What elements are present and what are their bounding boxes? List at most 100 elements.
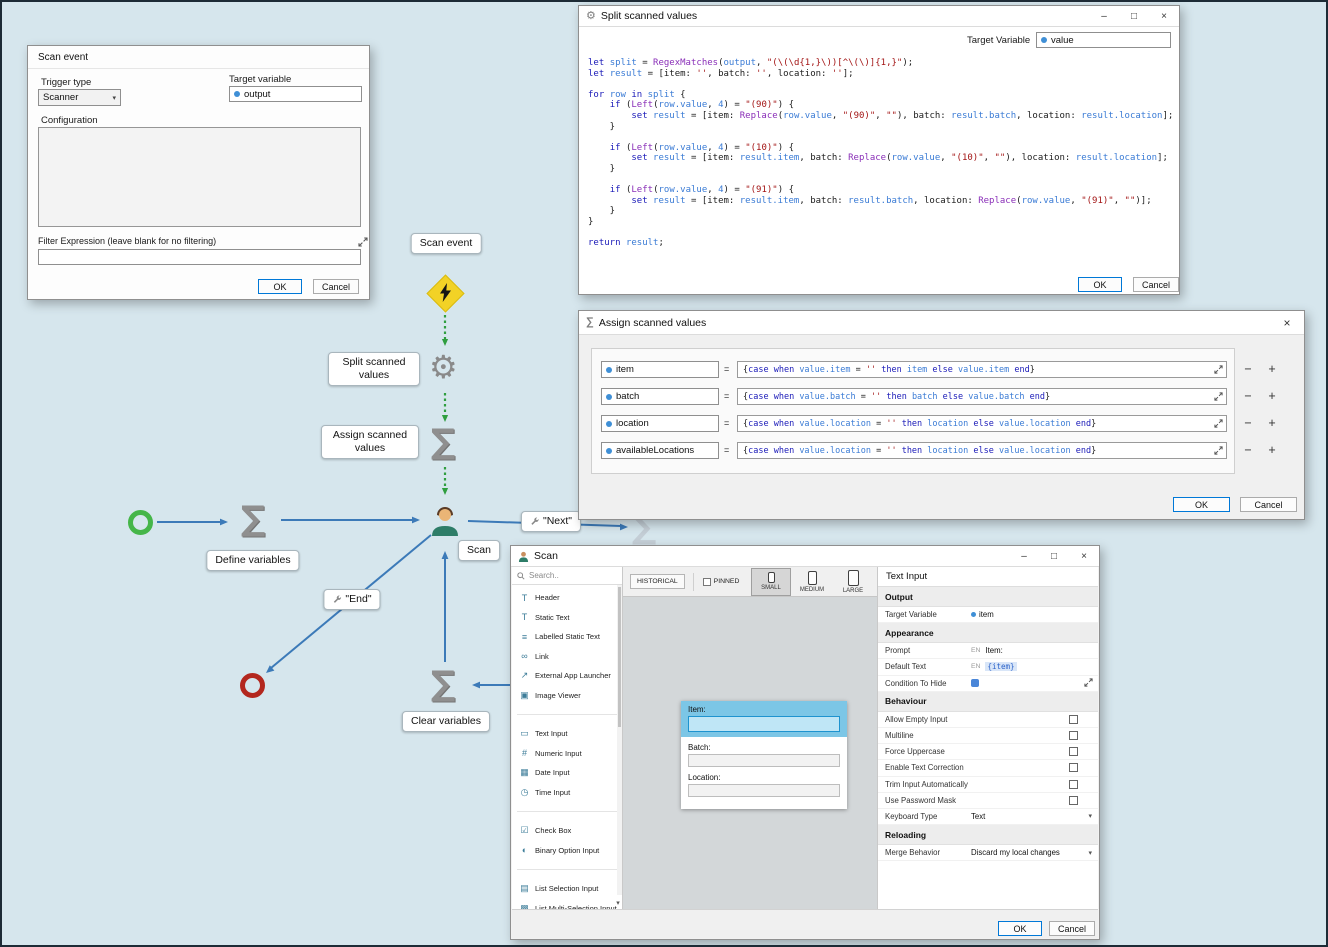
property-row-allow-empty-input[interactable]: Allow Empty Input: [878, 712, 1098, 728]
node-start[interactable]: [128, 510, 153, 535]
minimize-button[interactable]: –: [1009, 546, 1039, 566]
ok-button[interactable]: OK: [258, 279, 302, 294]
palette-search-input[interactable]: Search..: [512, 567, 622, 585]
trigger-type-select[interactable]: Scanner ▾: [38, 89, 121, 106]
palette-scrollbar[interactable]: [617, 585, 622, 895]
property-row-target-variable[interactable]: Target Variableitem: [878, 607, 1098, 623]
size-medium-button[interactable]: MEDIUM: [792, 568, 832, 596]
item-input[interactable]: [688, 716, 840, 732]
cancel-button[interactable]: Cancel: [1240, 497, 1297, 512]
checkbox[interactable]: [1069, 780, 1078, 789]
expand-icon[interactable]: [358, 237, 368, 247]
palette-item-label: Link: [535, 652, 549, 661]
ok-button[interactable]: OK: [1173, 497, 1230, 512]
maximize-button[interactable]: □: [1119, 6, 1149, 26]
configuration-label: Configuration: [41, 115, 98, 126]
code-line: [588, 79, 1171, 90]
ok-button[interactable]: OK: [998, 921, 1042, 936]
palette-item-external-app-launcher[interactable]: ↗External App Launcher: [512, 666, 622, 686]
remove-row-button[interactable]: −: [1241, 388, 1255, 404]
target-variable-input[interactable]: output: [229, 86, 362, 102]
variable-name-input[interactable]: availableLocations: [601, 442, 719, 459]
palette-item-text-input[interactable]: ▭Text Input: [512, 724, 622, 744]
checkbox[interactable]: [1069, 796, 1078, 805]
property-row-keyboard-type[interactable]: Keyboard Type▾Text: [878, 809, 1098, 825]
palette-item-list-selection-input[interactable]: ▤List Selection Input: [512, 879, 622, 899]
palette-item-labelled-static-text[interactable]: ≡Labelled Static Text: [512, 627, 622, 647]
filter-expression-input[interactable]: [38, 249, 361, 265]
property-row-condition-to-hide[interactable]: Condition To Hide: [878, 676, 1098, 692]
scroll-down-icon[interactable]: ▾: [614, 899, 622, 907]
node-clear-variables[interactable]: ∑: [431, 667, 455, 701]
expand-icon[interactable]: [1084, 678, 1093, 689]
property-row-force-uppercase[interactable]: Force Uppercase: [878, 744, 1098, 760]
expression-input[interactable]: {case when value.location = '' then loca…: [737, 442, 1227, 459]
remove-row-button[interactable]: −: [1241, 442, 1255, 458]
minimize-button[interactable]: –: [1089, 6, 1119, 26]
add-row-button[interactable]: +: [1265, 361, 1279, 377]
historical-button[interactable]: HISTORICAL: [630, 574, 685, 589]
pinned-checkbox[interactable]: [703, 578, 711, 586]
property-row-merge-behavior[interactable]: Merge Behavior▾Discard my local changes: [878, 845, 1098, 861]
expand-icon[interactable]: [1214, 419, 1223, 431]
configuration-textarea[interactable]: [38, 127, 361, 227]
checkbox[interactable]: [1069, 763, 1078, 772]
palette-item-header[interactable]: THeader: [512, 588, 622, 608]
expand-icon[interactable]: [1214, 365, 1223, 377]
node-assign-scanned-values[interactable]: ∑: [431, 425, 455, 459]
palette-item-date-input[interactable]: ▦Date Input: [512, 763, 622, 783]
node-define-variables[interactable]: ∑: [241, 502, 265, 536]
property-row-enable-text-correction[interactable]: Enable Text Correction: [878, 760, 1098, 776]
property-row-multiline[interactable]: Multiline: [878, 728, 1098, 744]
node-scan-user[interactable]: [427, 502, 463, 538]
maximize-button[interactable]: □: [1039, 546, 1069, 566]
variable-name-input[interactable]: batch: [601, 388, 719, 405]
property-section-output: Output: [878, 587, 1098, 607]
remove-row-button[interactable]: −: [1241, 361, 1255, 377]
palette-item-static-text[interactable]: TStatic Text: [512, 608, 622, 628]
cancel-button[interactable]: Cancel: [313, 279, 359, 294]
assign-scanned-values-dialog: ∑ Assign scanned values × item={case whe…: [578, 310, 1305, 520]
expand-icon[interactable]: [1214, 446, 1223, 458]
palette-item-binary-option-input[interactable]: ◐Binary Option Input: [512, 841, 622, 861]
palette-item-link[interactable]: ∞Link: [512, 647, 622, 667]
variable-name-input[interactable]: location: [601, 415, 719, 432]
size-large-button[interactable]: LARGE: [833, 568, 873, 596]
node-end[interactable]: [240, 673, 265, 698]
expand-icon[interactable]: [1214, 392, 1223, 404]
add-row-button[interactable]: +: [1265, 442, 1279, 458]
node-split-scanned-values[interactable]: ⚙: [429, 351, 458, 383]
code-editor[interactable]: let split = RegexMatches(output, "(\(\d{…: [588, 58, 1171, 249]
expression-input[interactable]: {case when value.item = '' then item els…: [737, 361, 1227, 378]
expression-input[interactable]: {case when value.location = '' then loca…: [737, 415, 1227, 432]
expression-input[interactable]: {case when value.batch = '' then batch e…: [737, 388, 1227, 405]
property-row-use-password-mask[interactable]: Use Password Mask: [878, 793, 1098, 809]
close-button[interactable]: ×: [1069, 546, 1099, 566]
palette-item-image-viewer[interactable]: ▣Image Viewer: [512, 686, 622, 706]
checkbox[interactable]: [1069, 747, 1078, 756]
close-button[interactable]: ×: [1149, 6, 1179, 26]
add-row-button[interactable]: +: [1265, 415, 1279, 431]
selected-control-item[interactable]: Item:: [681, 701, 847, 737]
size-small-button[interactable]: SMALL: [751, 568, 791, 596]
variable-name-input[interactable]: item: [601, 361, 719, 378]
checkbox[interactable]: [1069, 715, 1078, 724]
add-row-button[interactable]: +: [1265, 388, 1279, 404]
property-row-prompt[interactable]: PromptENItem:: [878, 643, 1098, 659]
remove-row-button[interactable]: −: [1241, 415, 1255, 431]
cancel-button[interactable]: Cancel: [1049, 921, 1095, 936]
checkbox[interactable]: [1069, 731, 1078, 740]
property-row-trim-input-automatically[interactable]: Trim Input Automatically: [878, 777, 1098, 793]
palette-item-numeric-input[interactable]: #Numeric Input: [512, 744, 622, 764]
dialog-titlebar: ⚙ Split scanned values – □ ×: [579, 6, 1179, 27]
location-input[interactable]: [688, 784, 840, 797]
scrollbar-thumb[interactable]: [618, 587, 621, 727]
cancel-button[interactable]: Cancel: [1133, 277, 1179, 292]
property-row-default-text[interactable]: Default TextEN{item}: [878, 659, 1098, 675]
palette-item-check-box[interactable]: ☑Check Box: [512, 821, 622, 841]
batch-input[interactable]: [688, 754, 840, 767]
close-button[interactable]: ×: [1270, 311, 1304, 334]
target-variable-input[interactable]: value: [1036, 32, 1171, 48]
ok-button[interactable]: OK: [1078, 277, 1122, 292]
palette-item-time-input[interactable]: ◷Time Input: [512, 783, 622, 803]
